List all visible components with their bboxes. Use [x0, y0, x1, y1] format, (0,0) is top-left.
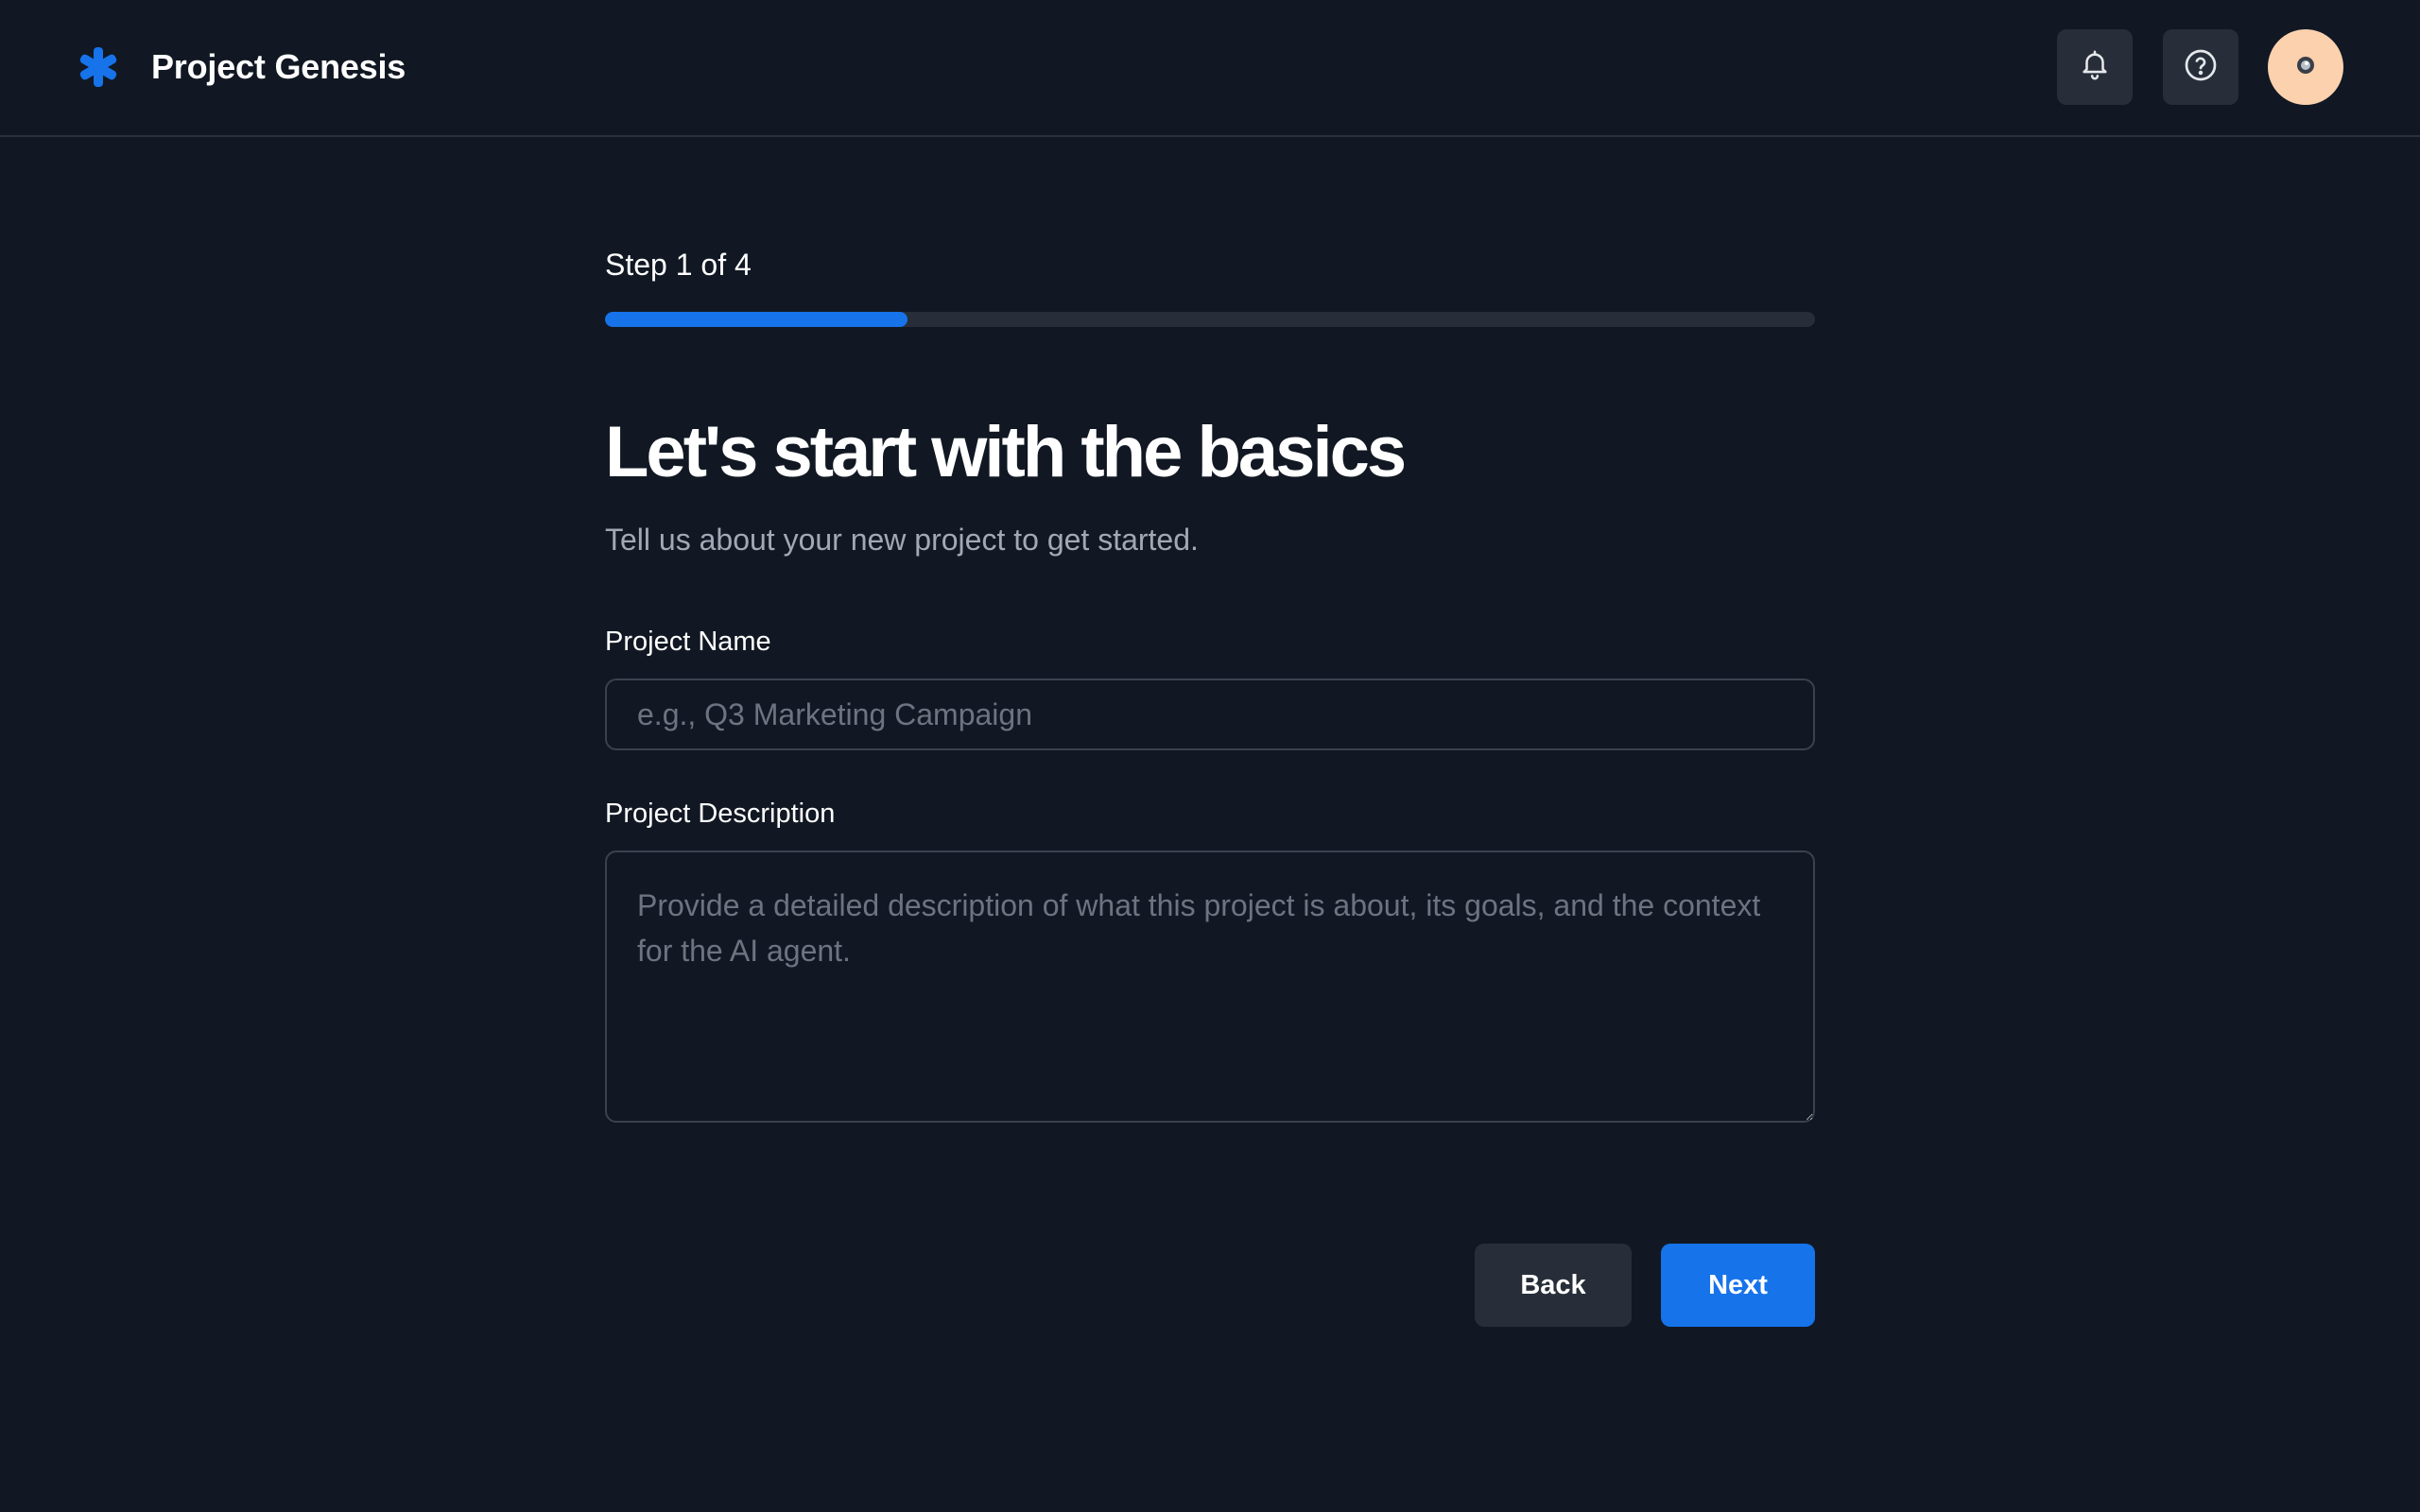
notifications-button[interactable]	[2057, 29, 2133, 105]
page-title: Let's start with the basics	[605, 412, 1407, 492]
back-button[interactable]: Back	[1475, 1244, 1632, 1327]
project-description-label: Project Description	[605, 799, 836, 829]
bell-icon	[2079, 49, 2111, 86]
brand[interactable]: Project Genesis	[76, 43, 406, 91]
page-subtitle: Tell us about your new project to get st…	[605, 523, 1199, 557]
project-name-input[interactable]	[605, 679, 1815, 750]
progress-bar	[605, 312, 1815, 327]
progress-bar-fill	[605, 312, 908, 327]
asterisk-logo-icon	[76, 44, 121, 90]
help-circle-icon	[2184, 48, 2218, 87]
app-name: Project Genesis	[151, 47, 406, 86]
project-description-textarea[interactable]	[605, 850, 1815, 1123]
step-indicator: Step 1 of 4	[605, 248, 752, 282]
help-button[interactable]	[2163, 29, 2238, 105]
project-name-label: Project Name	[605, 627, 771, 657]
avatar-icon	[2294, 54, 2317, 81]
top-bar: Project Genesis	[0, 0, 2420, 137]
next-button[interactable]: Next	[1661, 1244, 1815, 1327]
user-avatar[interactable]	[2268, 29, 2343, 105]
